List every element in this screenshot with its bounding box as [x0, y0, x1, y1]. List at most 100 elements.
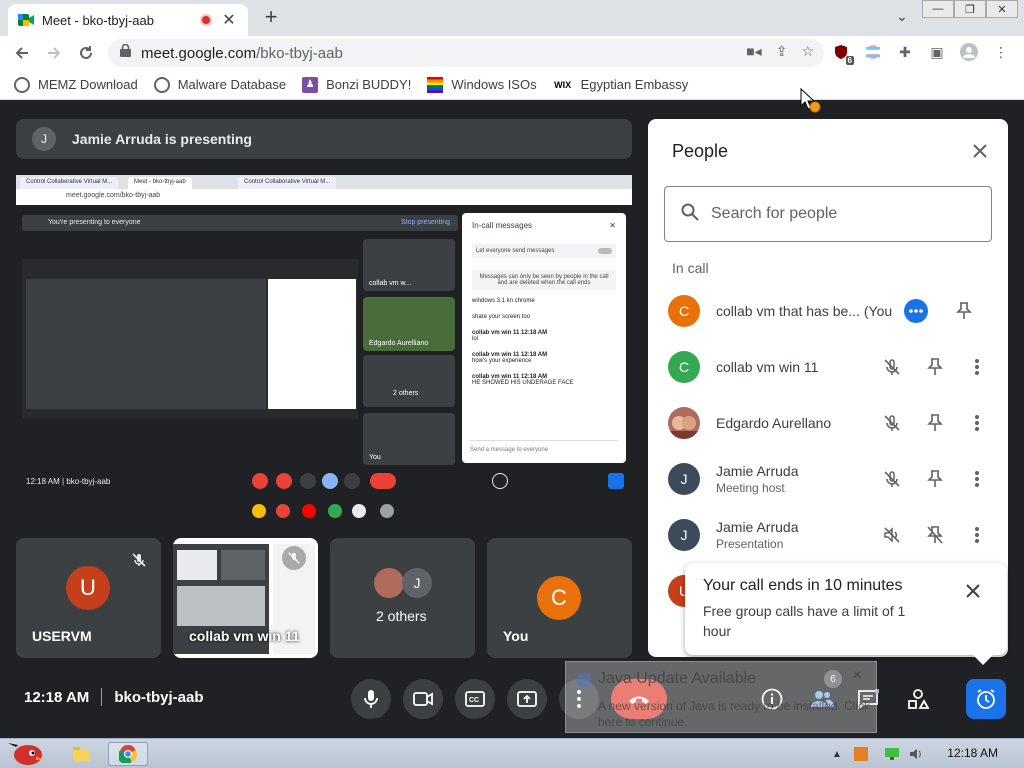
shared-side-tile: You: [363, 413, 455, 465]
chat-title: In-call messages: [472, 221, 533, 230]
close-window-button[interactable]: ✕: [986, 0, 1018, 18]
meeting-info: 12:18 AM bko-tbyj-aab: [24, 688, 204, 706]
camera-in-use-icon[interactable]: ■◂: [746, 43, 761, 60]
shared-address-bar: meet.google.com/bko-tbyj-aab: [16, 189, 632, 205]
bookmark-malware-database[interactable]: Malware Database: [153, 76, 286, 93]
pin-icon[interactable]: [913, 399, 955, 447]
microphone-button[interactable]: [351, 679, 391, 719]
bookmark-memz[interactable]: MEMZ Download: [14, 76, 138, 93]
person-row[interactable]: C collab vm that has be... (You): [668, 287, 998, 335]
host-controls-timer-button[interactable]: [966, 679, 1006, 719]
search-people-field[interactable]: [664, 186, 992, 242]
minimize-button[interactable]: —: [922, 0, 954, 18]
tab-close-icon[interactable]: ✕: [220, 10, 238, 30]
pin-icon[interactable]: [913, 343, 955, 391]
tab-search-icon[interactable]: ⌄: [896, 8, 908, 25]
search-input[interactable]: [711, 205, 961, 223]
browser-tab-meet[interactable]: Meet - bko-tbyj-aab ✕: [8, 4, 248, 36]
pin-off-icon[interactable]: [913, 511, 955, 559]
chrome-menu-icon[interactable]: ⋮: [992, 43, 1010, 61]
profile-avatar-icon[interactable]: [960, 43, 978, 61]
shared-side-tile: 2 others: [363, 355, 455, 407]
browser-toolbar: meet.google.com/bko-tbyj-aab ■◂ ⇪ ☆ 6 ✚ …: [0, 36, 1024, 70]
mic-off-icon[interactable]: [871, 343, 913, 391]
toggle-switch: [598, 248, 612, 254]
bookmark-bonzi-buddy[interactable]: ♟ Bonzi BUDDY!: [302, 76, 411, 93]
java-tray-icon[interactable]: [852, 742, 870, 766]
shared-side-tile: collab vm w...: [363, 239, 455, 291]
lock-icon[interactable]: [120, 43, 131, 62]
section-label: In call: [672, 260, 709, 276]
participant-tile-you[interactable]: C You: [487, 538, 632, 658]
participant-name: USERVM: [32, 628, 92, 644]
java-icon: [576, 672, 592, 688]
participant-tile-collab-vm-win-11[interactable]: collab vm win 11: [173, 538, 318, 658]
presenting-text: Jamie Arruda is presenting: [72, 131, 252, 147]
ublock-extension-icon[interactable]: 6: [832, 43, 854, 65]
toast-pointer: [973, 655, 993, 665]
maximize-button[interactable]: ❐: [954, 0, 986, 18]
camera-button[interactable]: [403, 679, 443, 719]
person-role: Presentation: [716, 537, 784, 551]
person-name: collab vm win 11: [716, 359, 819, 375]
file-explorer-icon[interactable]: [68, 742, 94, 766]
more-vert-icon[interactable]: [956, 343, 998, 391]
pride-flag-extension-icon[interactable]: [864, 43, 882, 61]
volume-off-icon[interactable]: [871, 511, 913, 559]
presented-screen[interactable]: Control Collaborative Virtual M... Meet …: [16, 175, 632, 523]
participant-tile-uservm[interactable]: U USERVM: [16, 538, 161, 658]
captions-button[interactable]: CC: [455, 679, 495, 719]
more-vert-icon[interactable]: [956, 399, 998, 447]
side-panel-icon[interactable]: ▣: [928, 43, 946, 61]
person-row[interactable]: J Jamie Arruda Presentation: [668, 511, 998, 559]
bookmark-egyptian-embassy[interactable]: WIX Egyptian Embassy: [553, 77, 689, 93]
tab-title: Meet - bko-tbyj-aab: [42, 12, 154, 28]
close-icon[interactable]: [961, 579, 985, 603]
shared-tab: Control Collaborative Virtual M...: [20, 177, 119, 189]
share-icon[interactable]: ⇪: [776, 43, 788, 60]
volume-icon[interactable]: [908, 742, 924, 766]
more-vert-icon[interactable]: [956, 455, 998, 503]
bookmark-star-icon[interactable]: ☆: [801, 43, 814, 60]
chat-message: collab vm win 11 12:18 AM how's your expe…: [472, 352, 548, 364]
back-button[interactable]: [6, 37, 38, 69]
person-row[interactable]: C collab vm win 11: [668, 343, 998, 391]
reload-button[interactable]: [70, 37, 102, 69]
shared-tab-strip: Control Collaborative Virtual M... Meet …: [16, 175, 632, 189]
chat-input: Send a message to everyone: [470, 440, 618, 453]
mic-off-icon[interactable]: [871, 455, 913, 503]
bookmark-label: Windows ISOs: [451, 77, 537, 92]
more-options-icon[interactable]: [892, 287, 940, 335]
close-icon[interactable]: ✕: [852, 668, 862, 682]
pin-icon[interactable]: [913, 455, 955, 503]
participant-avatar: U: [66, 566, 110, 610]
person-row[interactable]: J Jamie Arruda Meeting host: [668, 455, 998, 503]
network-icon[interactable]: [884, 742, 900, 766]
java-update-notification[interactable]: Java Update Available A new version of J…: [565, 661, 877, 733]
extensions-puzzle-icon[interactable]: ✚: [896, 43, 914, 61]
mic-off-icon[interactable]: [871, 399, 913, 447]
start-button[interactable]: [4, 742, 48, 766]
nested-screen-inner: [26, 279, 266, 409]
participant-tile-others[interactable]: J 2 others: [330, 538, 475, 658]
show-hidden-icons[interactable]: ▲: [830, 742, 844, 766]
chrome-taskbar-button[interactable]: [108, 742, 148, 766]
person-row[interactable]: Edgardo Aurellano: [668, 399, 998, 447]
more-vert-icon[interactable]: [956, 511, 998, 559]
pin-icon[interactable]: [940, 287, 988, 335]
clock: 12:18 AM: [947, 746, 998, 760]
chat-message: collab vm win 11 12:18 AM HE SHOWED HIS U…: [472, 374, 574, 386]
present-screen-button[interactable]: [507, 679, 547, 719]
bookmark-label: Egyptian Embassy: [580, 77, 689, 92]
shared-presenting-notice: You're presenting to everyone: [48, 219, 141, 226]
close-icon[interactable]: [968, 139, 992, 163]
bookmark-windows-isos[interactable]: Windows ISOs: [427, 76, 537, 93]
shared-time: 12:18 AM | bko-tbyj-aab: [26, 477, 111, 486]
new-tab-button[interactable]: +: [258, 6, 284, 28]
shared-presenting-bar: You're presenting to everyone Stop prese…: [22, 215, 458, 231]
person-role: Meeting host: [716, 481, 785, 495]
activities-button[interactable]: [898, 679, 938, 719]
search-icon: [681, 203, 699, 226]
address-bar[interactable]: meet.google.com/bko-tbyj-aab ■◂ ⇪ ☆: [108, 39, 824, 67]
forward-button[interactable]: [38, 37, 70, 69]
